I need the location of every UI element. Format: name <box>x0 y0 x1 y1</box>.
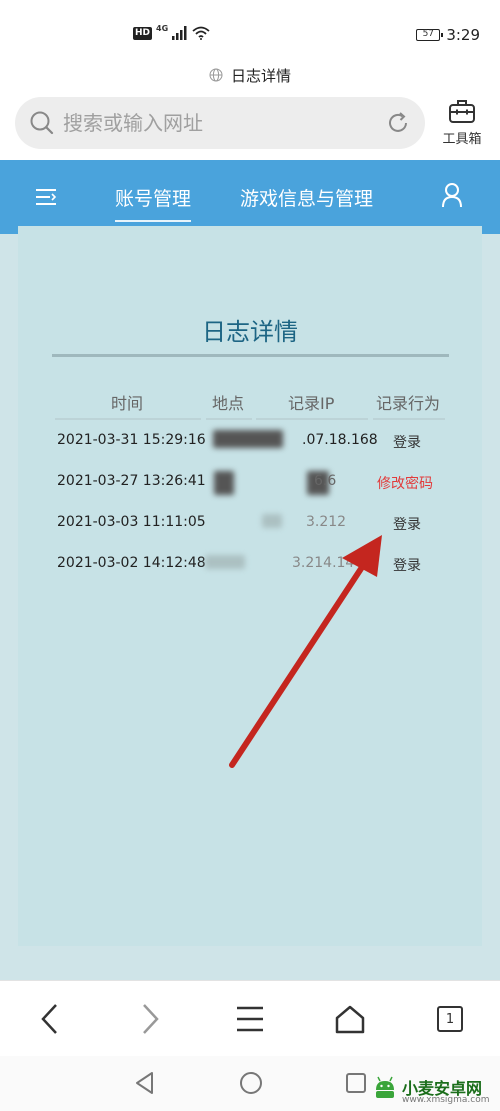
toolbox-icon <box>449 100 475 123</box>
hamburger-icon <box>237 1006 263 1032</box>
annotation-arrow <box>229 535 382 768</box>
menu-icon[interactable] <box>34 185 58 209</box>
row-time: 2021-03-03 11:11:05 <box>57 514 206 530</box>
search-input[interactable] <box>63 111 363 135</box>
chevron-right-icon <box>143 1004 159 1034</box>
network-indicators: HD 4G <box>133 23 210 40</box>
watermark-url: www.xmsigma.com <box>402 1095 490 1105</box>
row-action: 登录 <box>393 435 421 451</box>
toolbox-button[interactable]: 工具箱 <box>436 96 488 152</box>
status-right: 57 3:29 <box>416 26 480 44</box>
header-underline <box>373 418 445 420</box>
watermark: 小麦安卓网 www.xmsigma.com <box>372 1074 489 1105</box>
redacted-location <box>213 430 283 448</box>
page-title: 日志详情 <box>230 66 291 85</box>
tab-count: 1 <box>437 1006 463 1032</box>
column-header-ip: 记录IP <box>288 394 335 413</box>
tab-game-info[interactable]: 游戏信息与管理 <box>240 184 373 211</box>
row-action-highlight: 修改密码 <box>377 476 433 492</box>
home-icon <box>335 1005 365 1034</box>
header-underline <box>206 418 252 420</box>
heading-divider <box>52 354 449 357</box>
back-button[interactable] <box>30 999 70 1039</box>
row-ip: 6.6 <box>314 473 337 489</box>
signal-icon <box>172 26 187 40</box>
row-time: 2021-03-02 14:12:48 <box>57 555 206 571</box>
column-header-action: 记录行为 <box>376 394 441 413</box>
user-icon[interactable] <box>440 182 464 208</box>
toolbox-label: 工具箱 <box>442 132 482 147</box>
header-underline <box>55 418 201 420</box>
page-title-bar: 日志详情 <box>0 62 500 88</box>
home-button[interactable] <box>330 999 370 1039</box>
back-triangle-icon[interactable] <box>132 1070 158 1096</box>
row-time: 2021-03-27 13:26:41 <box>57 473 206 489</box>
network-type: 4G <box>156 23 169 33</box>
recents-square-icon[interactable] <box>343 1070 369 1096</box>
android-logo-icon <box>376 1076 394 1098</box>
status-bar: HD 4G 57 3:29 <box>0 0 500 60</box>
menu-button[interactable] <box>230 999 270 1039</box>
battery-icon: 57 <box>416 29 444 41</box>
search-icon <box>30 111 54 135</box>
refresh-icon[interactable] <box>385 110 411 136</box>
tabs-button[interactable]: 1 <box>430 999 470 1039</box>
wifi-icon <box>192 26 210 40</box>
forward-button[interactable] <box>130 999 170 1039</box>
site-nav: 账号管理 游戏信息与管理 <box>0 160 500 234</box>
redacted-location <box>214 471 234 495</box>
tab-account-management[interactable]: 账号管理 <box>115 184 192 222</box>
column-header-time: 时间 <box>111 394 144 413</box>
log-heading: 日志详情 <box>202 318 298 346</box>
row-ip: .07.18.168 <box>302 432 378 448</box>
column-header-location: 地点 <box>212 394 245 413</box>
hd-badge: HD <box>133 26 153 40</box>
row-time: 2021-03-31 15:29:16 <box>57 432 206 448</box>
chevron-left-icon <box>41 1004 57 1034</box>
header-underline <box>256 418 368 420</box>
address-bar[interactable] <box>15 97 425 149</box>
browser-bottom-bar: 1 <box>0 980 500 1056</box>
home-circle-icon[interactable] <box>238 1070 264 1096</box>
globe-icon <box>209 68 223 82</box>
clock: 3:29 <box>446 26 480 44</box>
